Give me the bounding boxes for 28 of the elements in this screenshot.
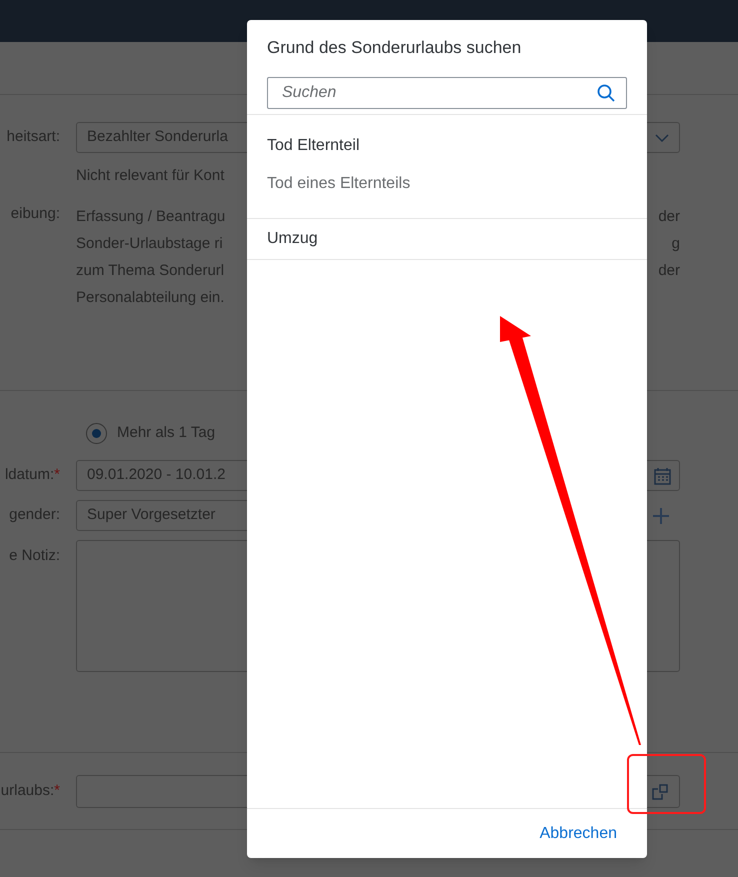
- calendar-icon[interactable]: [654, 466, 671, 484]
- value-help-icon[interactable]: [651, 782, 669, 800]
- description-text: der: [658, 260, 680, 280]
- field-label: eibung:: [10, 204, 60, 224]
- description-text: Personalabteilung ein.: [76, 288, 224, 308]
- description-text: der: [658, 206, 680, 226]
- description-text: g: [672, 234, 680, 254]
- list-item[interactable]: Umzug: [247, 218, 647, 260]
- search-icon[interactable]: [597, 84, 615, 102]
- list-item[interactable]: Tod Elternteil Tod eines Elternteils: [247, 114, 647, 218]
- hint-text: Nicht relevant für Kont: [76, 166, 224, 186]
- required-mark: *: [54, 781, 60, 802]
- field-label: heitsart:: [6, 127, 60, 148]
- cancel-button[interactable]: Abbrechen: [528, 818, 629, 850]
- dialog-title: Grund des Sonderurlaubs suchen: [267, 37, 522, 59]
- field-label: ldatum:: [4, 465, 54, 486]
- chevron-down-icon: [655, 134, 669, 142]
- field-label: e Notiz:: [9, 546, 60, 566]
- description-text: Erfassung / Beantragu: [76, 206, 226, 226]
- radio-button[interactable]: [86, 422, 107, 444]
- field-label: gender:: [9, 505, 60, 526]
- description-text: zum Thema Sonderurl: [76, 260, 224, 280]
- required-mark: *: [54, 465, 60, 486]
- field-label: urlaubs:: [0, 781, 54, 802]
- description-text: Sonder-Urlaubstage ri: [76, 234, 223, 254]
- radio-label: Mehr als 1 Tag: [117, 422, 216, 443]
- search-field[interactable]: Suchen: [267, 76, 627, 108]
- plus-icon[interactable]: [652, 506, 670, 524]
